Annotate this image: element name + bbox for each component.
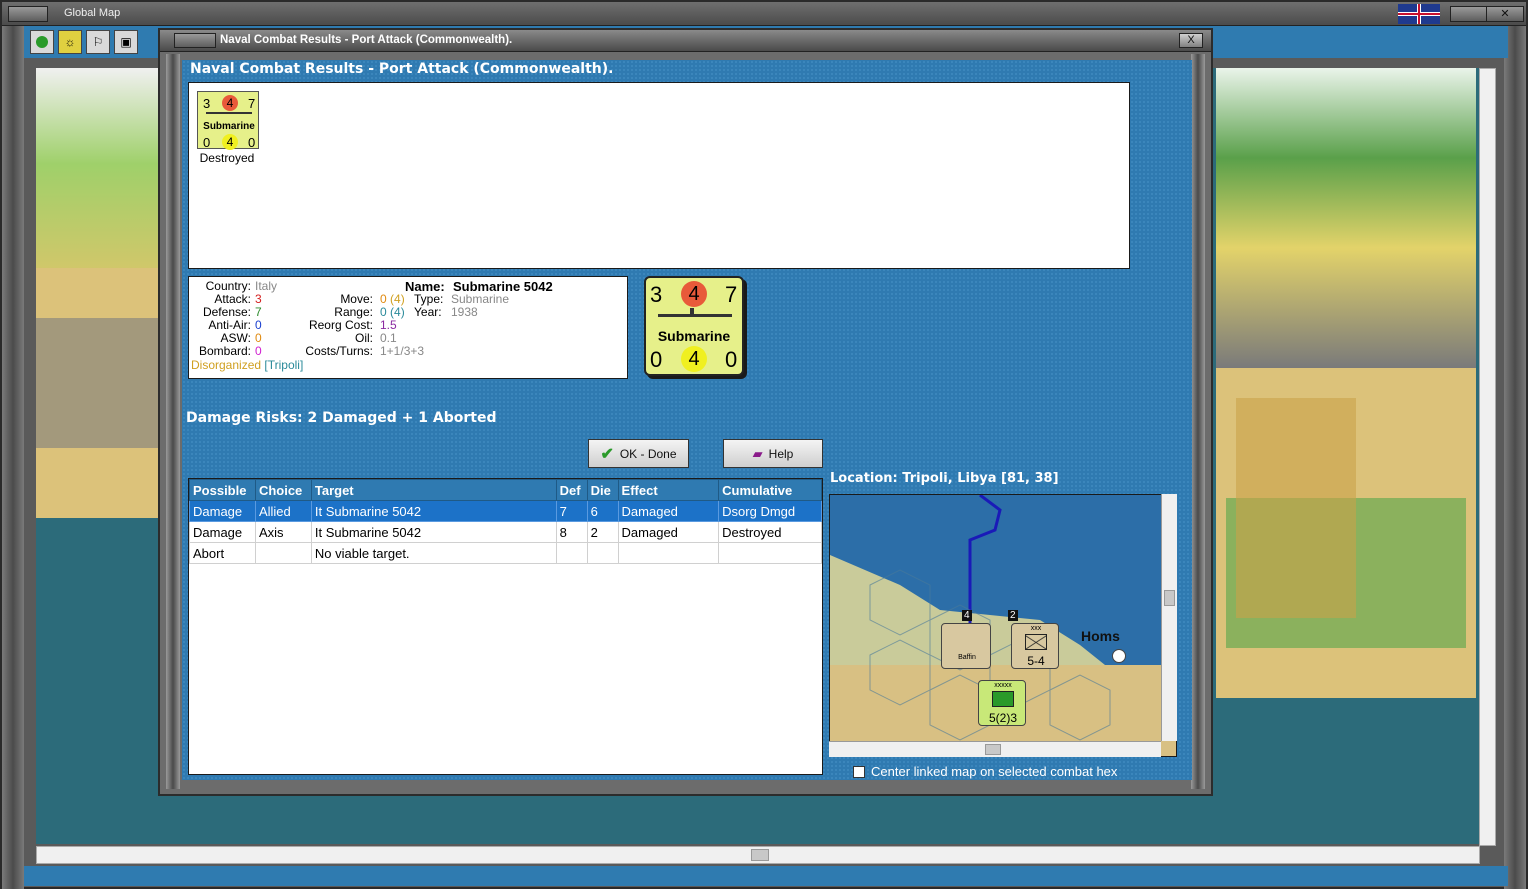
submarine-icon <box>658 314 732 317</box>
costs-value: 1+1/3+3 <box>380 344 425 358</box>
move-max: (4) <box>390 292 405 306</box>
table-row[interactable]: Abort No viable target. <box>189 542 822 564</box>
unit-counter[interactable]: 3 4 7 Submarine 0 4 0 <box>197 91 259 150</box>
unit-stack-baffin[interactable]: 4 Baffin <box>941 610 991 669</box>
checkmark-icon: ✔ <box>600 445 614 463</box>
col-target[interactable]: Target <box>310 479 557 501</box>
window-menu-button[interactable] <box>8 6 48 22</box>
minimize-button[interactable] <box>1450 6 1490 22</box>
dialog-close-button[interactable]: X <box>1179 33 1203 48</box>
dialog-header: Naval Combat Results - Port Attack (Comm… <box>190 61 614 77</box>
bombard-label: Bombard: <box>198 344 251 358</box>
frame-right <box>1504 26 1526 889</box>
global-map-title: Global Map <box>64 7 121 19</box>
location-value: [Tripoli] <box>264 358 304 372</box>
table-row[interactable]: Damage Allied It Submarine 5042 7 6 Damaged Ds… <box>189 500 822 522</box>
flag-icon <box>1398 4 1440 24</box>
naval-combat-results-dialog: Naval Combat Results - Port Attack (Comm… <box>158 28 1213 796</box>
bottom-bar <box>24 866 1508 886</box>
location-map-vscroll[interactable] <box>1161 494 1177 741</box>
costs-label: Costs/Turns: <box>305 344 373 358</box>
book-icon: ▰ <box>752 445 763 461</box>
location-header: Location: Tripoli, Libya [81, 38] <box>830 471 1059 486</box>
green-circle-icon[interactable] <box>30 30 54 54</box>
col-choice[interactable]: Choice <box>254 479 312 501</box>
location-map-hscroll[interactable] <box>829 741 1161 757</box>
dialog-frame-left <box>166 54 180 789</box>
range-max: (4) <box>390 305 405 319</box>
status-value: Disorganized <box>191 358 262 372</box>
ok-done-button[interactable]: ✔ OK - Done <box>588 439 689 468</box>
table-row[interactable]: Damage Axis It Submarine 5042 8 2 Damaged Dest… <box>189 521 822 543</box>
dialog-titlebar: Naval Combat Results - Port Attack (Comm… <box>160 30 1211 52</box>
map-horizontal-scrollbar[interactable] <box>36 846 1480 864</box>
selected-unit-counter: 3 4 7 Submarine 0 4 0 <box>644 276 744 376</box>
infantry-icon <box>1025 634 1047 650</box>
unit-corps[interactable]: 2 xxx 5-4 <box>1008 610 1059 669</box>
bombard-value: 0 <box>255 344 262 358</box>
global-map-titlebar: Global Map ✕ <box>2 2 1526 26</box>
armor-icon <box>992 691 1014 707</box>
town-label: Homs <box>1081 628 1120 644</box>
map-vertical-scrollbar[interactable] <box>1479 68 1496 846</box>
unit-status: Destroyed <box>199 151 255 165</box>
col-possible[interactable]: Possible <box>189 479 256 501</box>
range-value: 0 <box>380 305 387 319</box>
col-def[interactable]: Def <box>555 479 588 501</box>
year-value: 1938 <box>451 305 478 319</box>
scroll-thumb[interactable] <box>751 849 769 861</box>
col-cumulative[interactable]: Cumulative <box>718 479 822 501</box>
sun-icon[interactable]: ☼ <box>58 30 82 54</box>
damage-risks: Damage Risks: 2 Damaged + 1 Aborted <box>186 410 497 426</box>
center-linked-map-option[interactable]: Center linked map on selected combat hex <box>853 764 1117 779</box>
dialog-body: Naval Combat Results - Port Attack (Comm… <box>182 60 1192 780</box>
move-value: 0 <box>380 292 387 306</box>
dialog-title: Naval Combat Results - Port Attack (Comm… <box>220 34 513 46</box>
center-checkbox[interactable] <box>853 765 865 778</box>
combat-results-table: Possible Choice Target Def Die Effect Cu… <box>188 478 823 775</box>
unit-results-panel: 3 4 7 Submarine 0 4 0 Destroyed <box>188 82 1130 269</box>
submarine-icon <box>206 112 252 114</box>
unit-army[interactable]: xxxxx 5(2)3 <box>978 680 1026 726</box>
dialog-menu-button[interactable] <box>174 33 216 48</box>
year-label: Year: <box>414 305 442 319</box>
frame-left <box>2 26 24 889</box>
help-button[interactable]: ▰ Help <box>723 439 823 468</box>
dialog-frame-right <box>1191 54 1205 789</box>
grid-icon[interactable]: ▣ <box>114 30 138 54</box>
location-map[interactable]: 4 Baffin 2 xxx 5-4 xxxxx 5(2)3 Homs <box>829 494 1177 757</box>
col-die[interactable]: Die <box>586 479 619 501</box>
unit-info-panel: Country: Italy Attack: 3 Defense: 7 Anti… <box>188 276 628 379</box>
close-button[interactable]: ✕ <box>1486 6 1524 22</box>
town-icon <box>1112 649 1126 663</box>
flag-tool-icon[interactable]: ⚐ <box>86 30 110 54</box>
col-effect[interactable]: Effect <box>617 479 720 501</box>
